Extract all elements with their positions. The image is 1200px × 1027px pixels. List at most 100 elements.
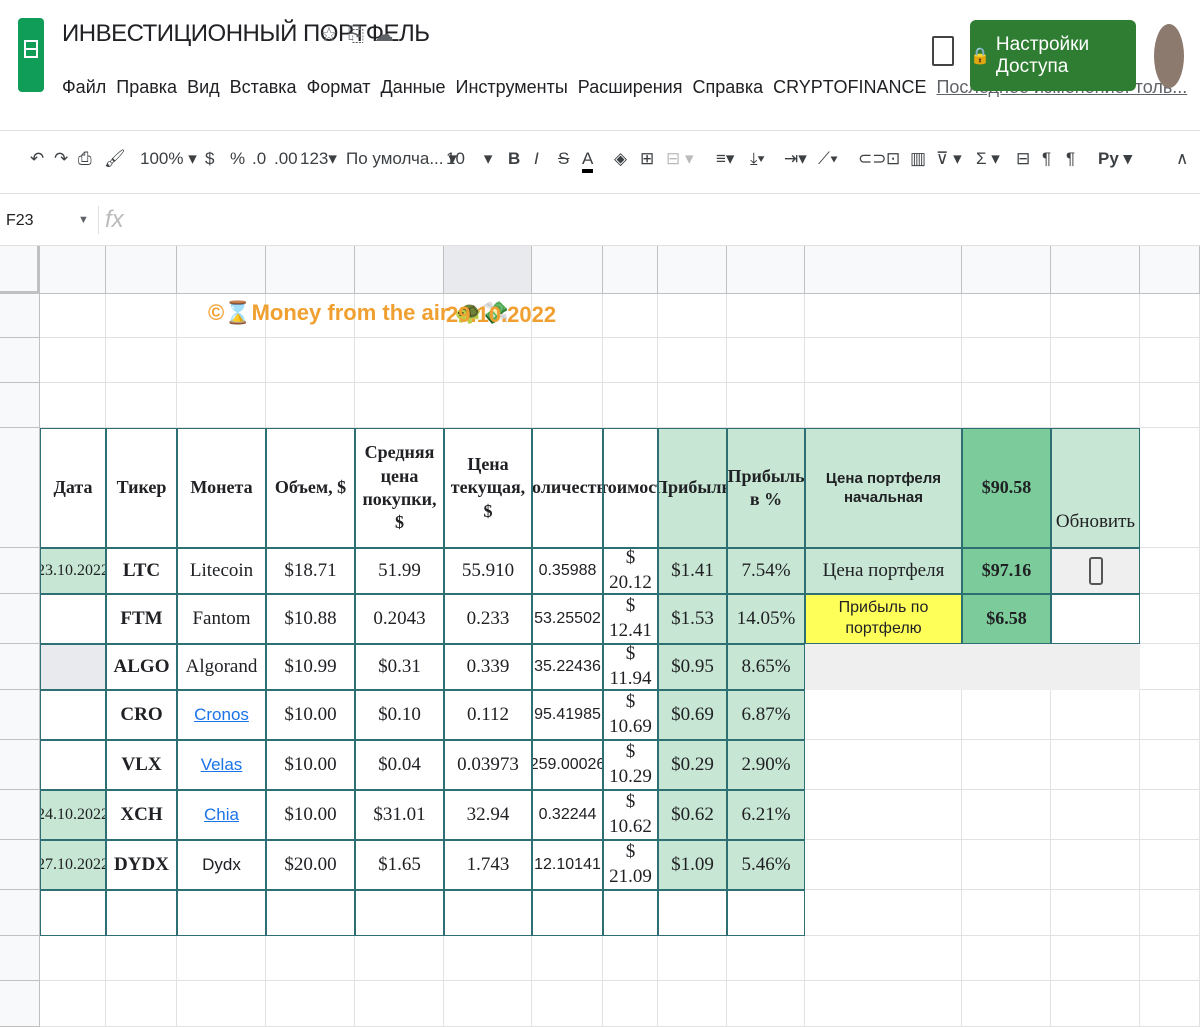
column-header-a[interactable]	[40, 246, 106, 294]
share-button[interactable]: 🔒 Настройки Доступа	[970, 20, 1136, 91]
sheets-logo-icon[interactable]	[18, 18, 44, 92]
input-language-select[interactable]: Ру ▾	[1098, 149, 1132, 169]
column-header-d[interactable]	[266, 246, 355, 294]
menu-data[interactable]: Данные	[381, 77, 446, 97]
row-header-9[interactable]	[0, 644, 40, 690]
table-empty-cell	[444, 890, 532, 936]
italic-button[interactable]: I	[534, 149, 539, 169]
more-formats-button[interactable]: 123▾	[300, 149, 337, 169]
summary-start-value: $90.58	[962, 428, 1051, 548]
table-cell-profit-pct: 6.21%	[727, 790, 805, 840]
row-header-11[interactable]	[0, 740, 40, 790]
row-header-5[interactable]	[0, 383, 40, 428]
font-size-select[interactable]: 10 ▾	[446, 149, 492, 169]
paint-format-icon[interactable]: 🖌	[104, 149, 126, 169]
row-header-4[interactable]	[0, 338, 40, 383]
align-horizontal-icon[interactable]: ≡▾	[716, 149, 734, 169]
input-tools-icon[interactable]: ⊟	[1016, 149, 1030, 169]
row-header-10[interactable]	[0, 690, 40, 740]
table-empty-cell	[603, 890, 658, 936]
table-cell-coin: Algorand	[177, 644, 266, 690]
column-header-b[interactable]	[106, 246, 177, 294]
currency-format-button[interactable]: $	[205, 149, 214, 169]
merge-cells-icon[interactable]: ⊟ ▾	[666, 149, 694, 169]
row-header-14[interactable]	[0, 890, 40, 936]
filter-icon[interactable]: ⊽ ▾	[936, 149, 962, 169]
coin-link[interactable]: Velas	[177, 740, 266, 790]
row-header-15[interactable]	[0, 936, 40, 981]
insert-chart-icon[interactable]: ▥	[910, 149, 926, 169]
table-cell-profit: $1.09	[658, 840, 727, 890]
menu-tools[interactable]: Инструменты	[456, 77, 568, 97]
column-header-k[interactable]	[805, 246, 962, 294]
menu-file[interactable]: Файл	[62, 77, 106, 97]
star-icon[interactable]: ☆	[320, 24, 338, 46]
row-header-8[interactable]	[0, 594, 40, 644]
redo-icon[interactable]: ↷	[54, 149, 68, 169]
percent-format-button[interactable]: %	[230, 149, 245, 169]
undo-icon[interactable]: ↶	[30, 149, 44, 169]
table-header-cell: Количество	[532, 428, 603, 548]
column-header-g[interactable]	[532, 246, 603, 294]
insert-comment-icon[interactable]: ⊡	[886, 149, 900, 169]
menu-edit[interactable]: Правка	[116, 77, 177, 97]
column-header-c[interactable]	[177, 246, 266, 294]
text-rotation-icon[interactable]: ⟋▾	[818, 149, 838, 169]
column-header-j[interactable]	[727, 246, 805, 294]
bold-button[interactable]: B	[508, 149, 520, 169]
menu-view[interactable]: Вид	[187, 77, 220, 97]
refresh-cell[interactable]	[1051, 548, 1140, 594]
menu-extensions[interactable]: Расширения	[578, 77, 683, 97]
column-header-m[interactable]	[1051, 246, 1140, 294]
column-header-i[interactable]	[658, 246, 727, 294]
increase-decimal-button[interactable]: .00	[274, 149, 298, 169]
column-header-e[interactable]	[355, 246, 444, 294]
row-header-6[interactable]	[0, 428, 40, 548]
table-cell-cur-price: 0.233	[444, 594, 532, 644]
table-empty-cell	[658, 890, 727, 936]
menu-insert[interactable]: Вставка	[230, 77, 297, 97]
select-all-corner[interactable]	[0, 246, 40, 294]
print-icon[interactable]: ⎙	[78, 149, 92, 169]
functions-icon[interactable]: Σ ▾	[976, 149, 1000, 169]
coin-link[interactable]: Chia	[177, 790, 266, 840]
cloud-status-icon[interactable]: ☁	[374, 24, 394, 46]
font-select[interactable]: По умолча... ▾	[346, 149, 457, 169]
column-header-f[interactable]	[444, 246, 532, 294]
row-header-12[interactable]	[0, 790, 40, 840]
table-cell-profit-pct: 8.65%	[727, 644, 805, 690]
comments-icon[interactable]	[932, 36, 954, 66]
row-header-7[interactable]	[0, 548, 40, 594]
avatar[interactable]	[1154, 24, 1184, 88]
table-cell-coin: Fantom	[177, 594, 266, 644]
menu-help[interactable]: Справка	[692, 77, 763, 97]
name-box[interactable]: F23	[6, 212, 34, 230]
rtl-paragraph-icon[interactable]: ¶	[1066, 149, 1075, 169]
strikethrough-button[interactable]: S	[558, 149, 569, 169]
mobile-icon[interactable]	[1088, 557, 1103, 585]
table-cell-profit: $0.95	[658, 644, 727, 690]
name-box-dropdown-icon[interactable]: ▼	[78, 214, 89, 226]
text-wrap-icon[interactable]: ⇥▾	[784, 149, 807, 169]
coin-link[interactable]: Cronos	[177, 690, 266, 740]
borders-icon[interactable]: ⊞	[640, 149, 654, 169]
text-color-button[interactable]: A	[582, 149, 594, 173]
menu-cryptofinance[interactable]: CRYPTOFINANCE	[773, 77, 926, 97]
column-header-h[interactable]	[603, 246, 658, 294]
collapse-toolbar-icon[interactable]: ∧	[1176, 149, 1188, 169]
row-header-13[interactable]	[0, 840, 40, 890]
column-header-l[interactable]	[962, 246, 1051, 294]
column-header-n[interactable]	[1140, 246, 1200, 294]
align-vertical-icon[interactable]: ⤓▾	[750, 149, 765, 169]
row-header-16[interactable]	[0, 981, 40, 1027]
fill-color-icon[interactable]: ◈	[614, 149, 627, 169]
menu-format[interactable]: Формат	[307, 77, 371, 97]
decrease-decimal-button[interactable]: .0	[252, 149, 266, 169]
zoom-select[interactable]: 100% ▾	[140, 149, 197, 169]
move-to-folder-icon[interactable]: ⎘	[348, 24, 364, 46]
row-header-3[interactable]	[0, 294, 40, 338]
ltr-paragraph-icon[interactable]: ¶	[1042, 149, 1051, 169]
refresh-button-cell[interactable]: Обновить	[1051, 428, 1140, 548]
table-cell-profit-pct: 6.87%	[727, 690, 805, 740]
insert-link-icon[interactable]: ⊂⊃	[858, 149, 887, 169]
